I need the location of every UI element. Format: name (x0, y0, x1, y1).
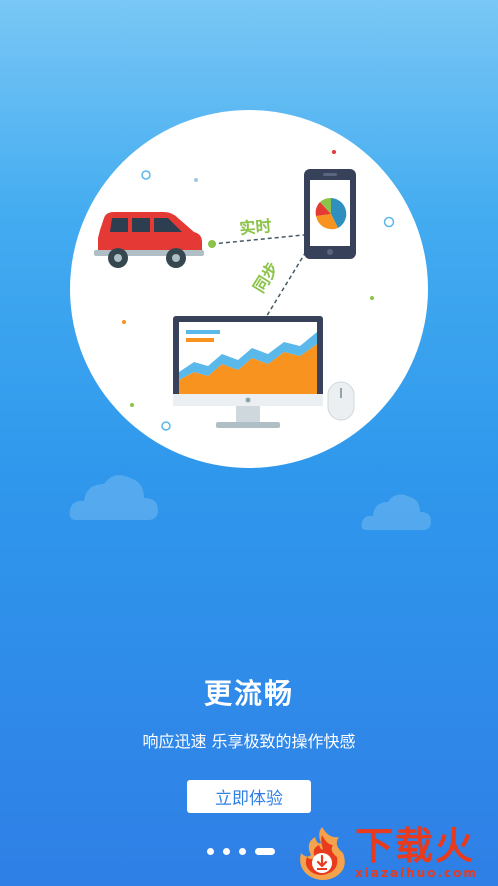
flame-logo-icon (300, 827, 345, 880)
onboarding-screen: 实时 同步 更流畅 响应迅速 乐享极致的操作快感 立即体验 下载火 xiazai… (0, 0, 498, 886)
pager-dot[interactable] (239, 848, 246, 855)
car-icon (94, 212, 204, 268)
pager-dot[interactable] (223, 848, 230, 855)
watermark: 下载火 xiazaihuo.com (293, 820, 498, 886)
watermark-brand: 下载火 (355, 824, 476, 868)
watermark-domain: xiazaihuo.com (355, 866, 478, 880)
cloud-right-icon (361, 494, 431, 530)
mouse-icon (327, 381, 355, 421)
pager-dot-active[interactable] (255, 848, 275, 855)
page-indicator (207, 848, 275, 855)
phone-icon (304, 169, 356, 259)
label-realtime: 实时 (239, 216, 273, 238)
try-now-button[interactable]: 立即体验 (187, 780, 311, 813)
label-sync: 同步 (249, 259, 282, 296)
monitor-icon (173, 316, 323, 428)
cloud-left-icon (69, 475, 158, 520)
sync-illustration: 实时 同步 (94, 150, 395, 431)
page-title: 更流畅 (203, 677, 294, 710)
page-subtitle: 响应迅速 乐享极致的操作快感 (142, 732, 356, 751)
pager-dot[interactable] (207, 848, 214, 855)
